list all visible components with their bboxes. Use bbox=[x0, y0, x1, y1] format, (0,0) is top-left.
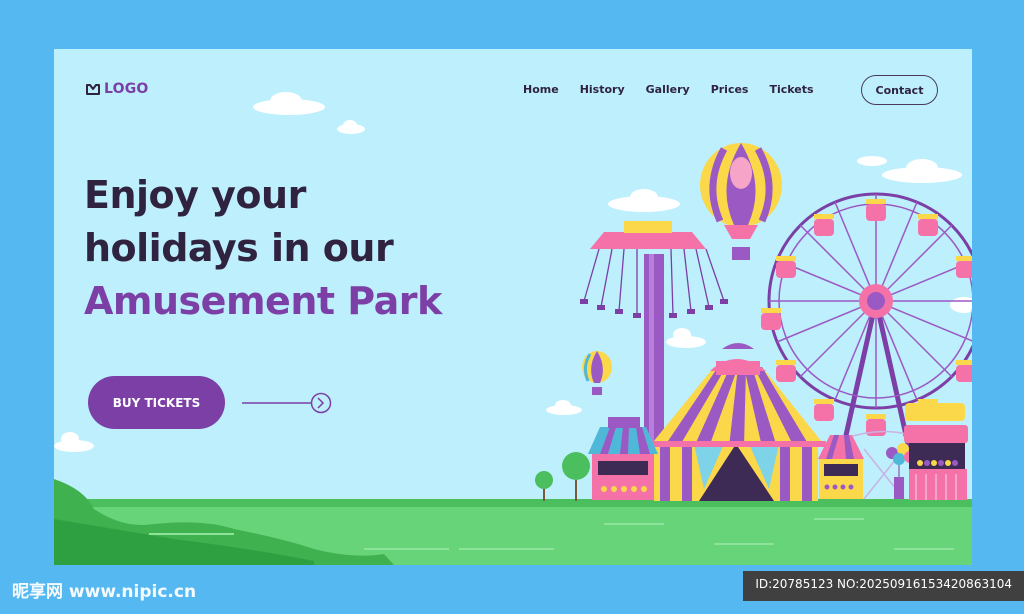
hot-air-balloon-icon bbox=[582, 351, 612, 395]
nav-item-home[interactable]: Home bbox=[523, 83, 559, 96]
nav-item-history[interactable]: History bbox=[580, 83, 625, 96]
hero-headline: Enjoy your holidays in our Amusement Par… bbox=[84, 169, 544, 328]
watermark-bar: 昵享网 www.nipic.cn ID:20785123 NO:20250916… bbox=[0, 565, 1024, 614]
watermark-site: 昵享网 www.nipic.cn bbox=[12, 582, 197, 602]
buy-tickets-button[interactable]: BUY TICKETS bbox=[88, 376, 225, 429]
tree-icon bbox=[535, 452, 590, 501]
watermark-id: ID:20785123 NO:20250916153420863104 bbox=[743, 571, 1024, 601]
nav-item-tickets[interactable]: Tickets bbox=[769, 83, 813, 96]
gift-stall bbox=[904, 403, 968, 500]
arrow-right-icon[interactable] bbox=[242, 392, 332, 414]
headline-line-1: Enjoy your bbox=[84, 173, 306, 217]
hot-air-balloon-icon bbox=[700, 143, 782, 260]
logo-mark-icon bbox=[86, 84, 100, 95]
nav-item-gallery[interactable]: Gallery bbox=[646, 83, 690, 96]
site-logo[interactable]: LOGO bbox=[86, 81, 149, 97]
landing-page: LOGO Home History Gallery Prices Tickets… bbox=[54, 49, 972, 565]
contact-button[interactable]: Contact bbox=[861, 75, 938, 105]
nav-item-prices[interactable]: Prices bbox=[711, 83, 749, 96]
main-nav: Home History Gallery Prices Tickets bbox=[523, 83, 814, 96]
logo-text: LOGO bbox=[104, 81, 149, 97]
headline-line-2: holidays in our bbox=[84, 226, 394, 270]
circus-tent bbox=[649, 343, 826, 501]
headline-line-3: Amusement Park bbox=[84, 279, 442, 323]
